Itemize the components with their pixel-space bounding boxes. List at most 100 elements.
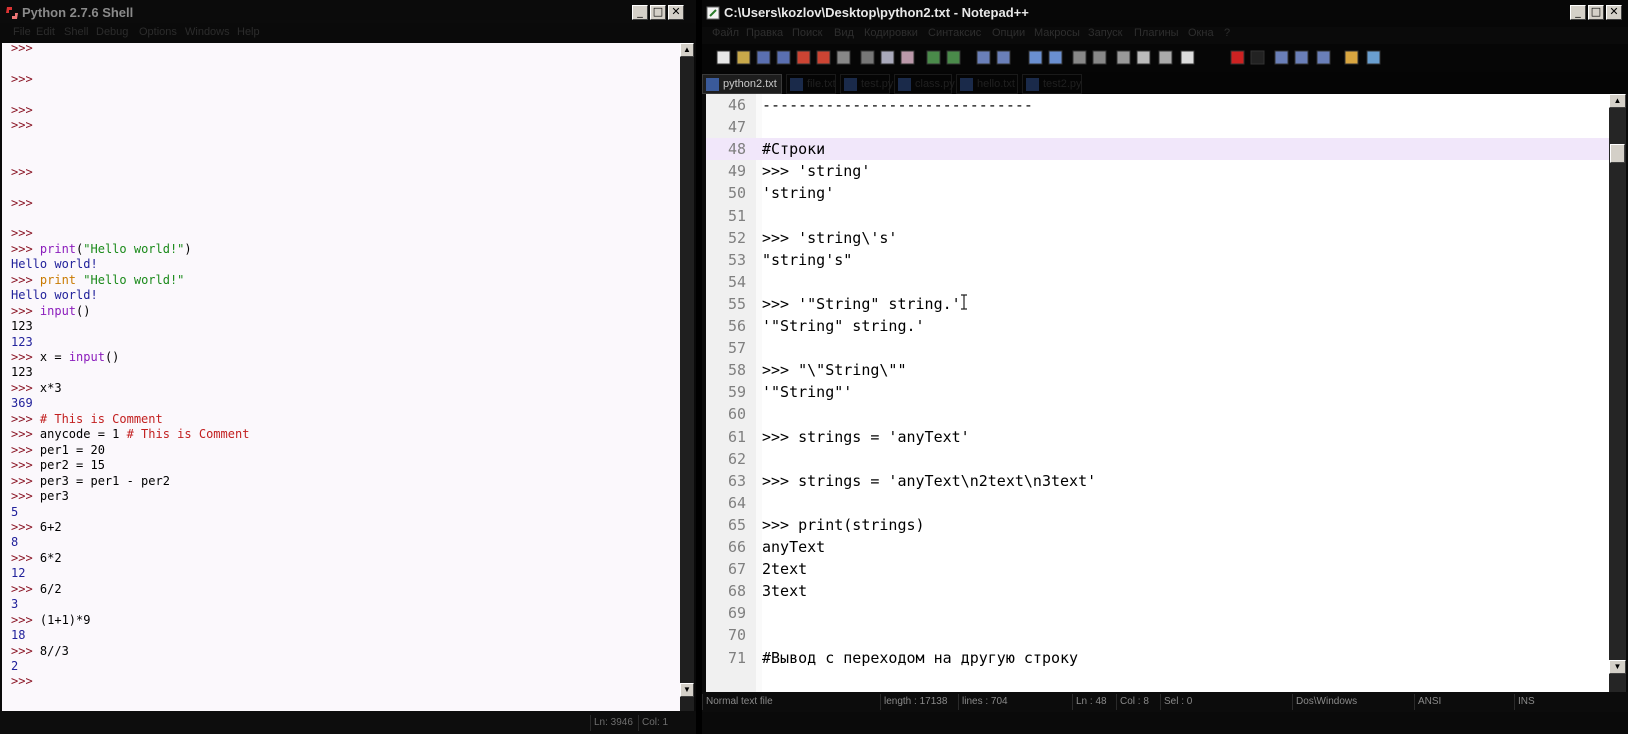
tab-python2-txt[interactable]: python2.txt — [702, 74, 782, 94]
shell-token: input — [39, 303, 77, 318]
paste-icon[interactable] — [898, 48, 918, 68]
tab-test-py[interactable]: test.py — [840, 74, 893, 94]
cut-icon[interactable] — [858, 48, 878, 68]
save-icon[interactable] — [754, 48, 774, 68]
word-wrap-icon[interactable] — [1114, 48, 1134, 68]
maximize-button[interactable]: □ — [650, 5, 666, 20]
undo-icon[interactable] — [924, 48, 944, 68]
code-line: 67 2text — [706, 558, 1609, 580]
menu-okna[interactable]: Окна — [1188, 27, 1214, 39]
new-file-icon[interactable] — [714, 48, 734, 68]
npp-vertical-scrollbar[interactable]: ▲ ▼ — [1609, 94, 1626, 692]
folder-icon[interactable] — [1342, 48, 1362, 68]
sync-h-icon[interactable] — [1090, 48, 1110, 68]
zoom-out-icon[interactable] — [1046, 48, 1066, 68]
line-text: 2text — [762, 560, 808, 579]
code-line: 48 #Строки — [706, 138, 1609, 161]
replace-icon[interactable] — [994, 48, 1014, 68]
tab-class-py[interactable]: class.py — [894, 74, 955, 94]
npp-scroll-up-arrow-icon[interactable]: ▲ — [1609, 94, 1626, 108]
stop-macro-icon[interactable] — [1248, 48, 1268, 68]
find-icon[interactable] — [974, 48, 994, 68]
menu-options[interactable]: Options — [139, 26, 177, 38]
menu-fajl[interactable]: Файл — [712, 27, 739, 39]
menu-plaginy[interactable]: Плагины — [1134, 27, 1179, 39]
tab-label: test2.py — [1043, 78, 1082, 90]
menu-poisk[interactable]: Поиск — [792, 27, 822, 39]
shell-line: Hello world! — [11, 287, 98, 303]
menu-debug[interactable]: Debug — [96, 26, 128, 38]
shell-token: 6+2 — [39, 519, 62, 534]
npp-scroll-thumb[interactable] — [1610, 144, 1625, 163]
sync-v-icon[interactable] — [1070, 48, 1090, 68]
shell-line: >>> x = input() — [11, 349, 119, 365]
menu-zapusk[interactable]: Запуск — [1088, 27, 1122, 39]
shell-token: >>> — [11, 272, 40, 287]
idle-shell-text-area[interactable]: >>> >>> >>> >>> >>> >>> >>> >>> print("Hello wo… — [2, 43, 680, 711]
npp-titlebar[interactable]: C:\Users\kozlov\Desktop\python2.txt - No… — [702, 0, 1628, 27]
print-icon[interactable] — [834, 48, 854, 68]
close-all-icon[interactable] — [814, 48, 834, 68]
menu-help[interactable]: ? — [1224, 27, 1230, 39]
menu-windows[interactable]: Windows — [185, 26, 230, 38]
menu-pravka[interactable]: Правка — [746, 27, 783, 39]
npp-minimize-button[interactable]: _ — [1570, 5, 1586, 20]
line-text: 3text — [762, 582, 808, 601]
menu-opcii[interactable]: Опции — [992, 27, 1025, 39]
code-line: 59 '"String"' — [706, 381, 1609, 403]
scroll-down-arrow-icon[interactable]: ▼ — [680, 683, 694, 697]
menu-shell[interactable]: Shell — [64, 26, 88, 38]
code-line: 51 — [706, 205, 1609, 227]
redo-icon[interactable] — [944, 48, 964, 68]
line-number: 56 — [727, 317, 746, 335]
record-macro-icon[interactable] — [1228, 48, 1248, 68]
status-lines: lines : 704 — [958, 694, 1008, 710]
menu-makrosy[interactable]: Макросы — [1034, 27, 1080, 39]
run-macro-icon[interactable] — [1292, 48, 1312, 68]
npp-close-button[interactable]: ✕ — [1606, 5, 1622, 20]
menu-sintaksis[interactable]: Синтаксис — [928, 27, 981, 39]
play-macro-icon[interactable] — [1272, 48, 1292, 68]
shell-token: 8//3 — [39, 643, 69, 658]
shell-token: >>> — [11, 411, 40, 426]
line-text: ------------------------------ — [762, 96, 1033, 114]
shell-token: >>> — [11, 643, 40, 658]
indent-guide-icon[interactable] — [1156, 48, 1176, 68]
open-file-icon[interactable] — [734, 48, 754, 68]
tab-hello-txt[interactable]: hello.txt — [956, 74, 1018, 94]
idle-vertical-scrollbar[interactable]: ▲ ▼ — [680, 43, 694, 711]
line-text: #Строки — [762, 140, 826, 159]
shell-line: >>> print "Hello world!" — [11, 272, 184, 288]
zoom-in-icon[interactable] — [1026, 48, 1046, 68]
npp-maximize-button[interactable]: □ — [1588, 5, 1604, 20]
scroll-up-arrow-icon[interactable]: ▲ — [680, 43, 694, 57]
menu-file[interactable]: File — [13, 26, 31, 38]
all-chars-icon[interactable] — [1134, 48, 1154, 68]
code-line: 50 'string' — [706, 182, 1609, 204]
save-all-icon[interactable] — [774, 48, 794, 68]
menu-help[interactable]: Help — [237, 26, 260, 38]
tab-file-txt[interactable]: file.txt — [786, 74, 836, 94]
npp-scroll-down-arrow-icon[interactable]: ▼ — [1609, 660, 1626, 674]
menu-vid[interactable]: Вид — [834, 27, 854, 39]
close-icon[interactable] — [794, 48, 814, 68]
shell-token: >>> — [11, 473, 40, 488]
npp-text-editor[interactable]: 46 ------------------------------ 47 48 #Стр… — [706, 94, 1609, 692]
menu-edit[interactable]: Edit — [36, 26, 55, 38]
spellcheck-icon[interactable] — [1364, 48, 1384, 68]
shell-line: >>> 6+2 — [11, 519, 62, 535]
line-number: 61 — [727, 427, 746, 446]
shell-token: >>> — [11, 427, 40, 442]
doc-map-icon[interactable] — [1178, 48, 1198, 68]
shell-token: >>> — [11, 118, 33, 133]
shell-token: 123 — [11, 334, 33, 349]
shell-line: 123 — [11, 334, 33, 350]
tab-test2-py[interactable]: test2.py — [1022, 74, 1082, 94]
shell-line: 18 — [11, 627, 25, 643]
menu-kodirovki[interactable]: Кодировки — [864, 27, 918, 39]
copy-icon[interactable] — [878, 48, 898, 68]
minimize-button[interactable]: _ — [632, 5, 648, 20]
code-line: 65 >>> print(strings) — [706, 514, 1609, 536]
save-macro-icon[interactable] — [1314, 48, 1334, 68]
close-button[interactable]: ✕ — [668, 5, 684, 20]
